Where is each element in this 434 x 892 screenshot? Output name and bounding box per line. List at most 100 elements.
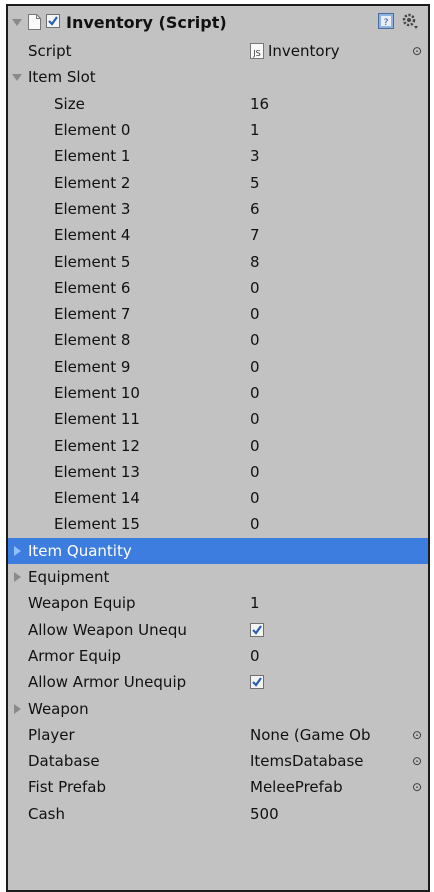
allow-weapon-unequip-checkbox[interactable] bbox=[250, 622, 264, 637]
item-slot-element-row: Element 2 5 bbox=[8, 169, 428, 195]
equipment-label: Equipment bbox=[28, 568, 110, 587]
weapon-equip-label: Weapon Equip bbox=[28, 594, 136, 613]
equipment-foldout[interactable]: Equipment bbox=[8, 564, 428, 590]
element-label: Element 5 bbox=[54, 252, 131, 271]
help-book-icon[interactable]: ? bbox=[378, 13, 394, 33]
svg-text:?: ? bbox=[384, 18, 389, 28]
weapon-label: Weapon bbox=[28, 699, 89, 718]
allow-weapon-unequip-value bbox=[250, 617, 264, 643]
object-picker-icon[interactable]: ⊙ bbox=[412, 774, 422, 800]
item-slot-foldout[interactable]: Item Slot bbox=[8, 64, 428, 90]
element-label: Element 1 bbox=[54, 147, 131, 166]
item-slot-element-row: Element 11 0 bbox=[8, 406, 428, 432]
element-value[interactable]: 0 bbox=[250, 301, 260, 327]
element-value[interactable]: 1 bbox=[250, 117, 260, 143]
armor-equip-row: Armor Equip 0 bbox=[8, 643, 428, 669]
player-row: Player None (Game Ob ⊙ bbox=[8, 722, 428, 748]
script-value[interactable]: JS Inventory bbox=[250, 38, 340, 64]
object-picker-icon[interactable]: ⊙ bbox=[412, 722, 422, 748]
component-title: Inventory (Script) bbox=[66, 12, 227, 32]
weapon-equip-value[interactable]: 1 bbox=[250, 590, 260, 616]
item-slot-element-row: Element 4 7 bbox=[8, 222, 428, 248]
database-label: Database bbox=[28, 752, 100, 771]
script-name: Inventory bbox=[268, 42, 340, 61]
foldout-closed-icon[interactable] bbox=[12, 564, 22, 590]
script-file-icon bbox=[28, 14, 41, 34]
weapon-foldout[interactable]: Weapon bbox=[8, 695, 428, 721]
player-value[interactable]: None (Game Ob bbox=[250, 722, 371, 748]
item-slot-element-row: Element 8 0 bbox=[8, 327, 428, 353]
script-label: Script bbox=[28, 42, 72, 61]
database-value[interactable]: ItemsDatabase bbox=[250, 748, 364, 774]
item-slot-element-row: Element 12 0 bbox=[8, 432, 428, 458]
element-value[interactable]: 0 bbox=[250, 432, 260, 458]
cash-label: Cash bbox=[28, 804, 65, 823]
armor-equip-label: Armor Equip bbox=[28, 646, 122, 665]
element-value[interactable]: 0 bbox=[250, 380, 260, 406]
cash-row: Cash 500 bbox=[8, 801, 428, 827]
foldout-arrow-icon[interactable] bbox=[12, 6, 22, 38]
element-label: Element 14 bbox=[54, 489, 140, 508]
element-label: Element 12 bbox=[54, 436, 140, 455]
item-slot-elements: Element 0 1 Element 1 3 Element 2 5 Element 36… bbox=[8, 117, 428, 538]
element-value[interactable]: 0 bbox=[250, 459, 260, 485]
element-value[interactable]: 0 bbox=[250, 511, 260, 537]
element-label: Element 8 bbox=[54, 331, 131, 350]
element-value[interactable]: 3 bbox=[250, 143, 260, 169]
allow-armor-unequip-checkbox[interactable] bbox=[250, 675, 264, 690]
js-file-icon: JS bbox=[250, 43, 264, 60]
element-label: Element 11 bbox=[54, 410, 140, 429]
item-slot-element-row: Element 15 0 bbox=[8, 511, 428, 537]
foldout-closed-icon[interactable] bbox=[12, 695, 22, 721]
element-value[interactable]: 8 bbox=[250, 248, 260, 274]
item-slot-element-row: Element 14 0 bbox=[8, 485, 428, 511]
database-row: Database ItemsDatabase ⊙ bbox=[8, 748, 428, 774]
item-quantity-foldout[interactable]: Item Quantity bbox=[8, 537, 428, 564]
item-slot-element-row: Element 1 3 bbox=[8, 143, 428, 169]
element-value[interactable]: 0 bbox=[250, 354, 260, 380]
cash-value[interactable]: 500 bbox=[250, 801, 279, 827]
allow-armor-unequip-value bbox=[250, 669, 264, 695]
fist-prefab-value[interactable]: MeleePrefab bbox=[250, 774, 343, 800]
element-value[interactable]: 5 bbox=[250, 169, 260, 195]
armor-equip-value[interactable]: 0 bbox=[250, 643, 260, 669]
element-label: Element 10 bbox=[54, 384, 140, 402]
element-label: Element 4 bbox=[54, 226, 131, 245]
element-value[interactable]: 7 bbox=[250, 222, 260, 248]
enabled-checkbox[interactable] bbox=[46, 14, 60, 28]
fist-prefab-label: Fist Prefab bbox=[28, 778, 107, 797]
fist-prefab-row: Fist Prefab MeleePrefab ⊙ bbox=[8, 774, 428, 800]
element-label: Element 9 bbox=[54, 357, 131, 376]
item-slot-element-row: Element 3 6 bbox=[8, 196, 428, 222]
element-value[interactable]: 6 bbox=[250, 196, 260, 222]
script-field-row: Script JS Inventory ⊙ bbox=[8, 38, 428, 64]
element-label: Element 13 bbox=[54, 462, 140, 481]
element-value[interactable]: 0 bbox=[250, 275, 260, 301]
item-slot-element-row: Element 6 0 bbox=[8, 275, 428, 301]
allow-weapon-unequip-row: Allow Weapon Unequ bbox=[8, 617, 428, 643]
foldout-open-icon[interactable] bbox=[12, 64, 22, 90]
item-slot-element-row: Element 0 1 bbox=[8, 117, 428, 143]
object-picker-icon[interactable]: ⊙ bbox=[412, 748, 422, 774]
weapon-equip-row: Weapon Equip 1 bbox=[8, 590, 428, 616]
element-label: Element 6 bbox=[54, 278, 131, 297]
item-slot-element-row: Element 7 0 bbox=[8, 301, 428, 327]
gear-icon[interactable] bbox=[401, 12, 419, 34]
element-label: Element 3 bbox=[54, 199, 131, 218]
item-quantity-label: Item Quantity bbox=[28, 541, 132, 560]
allow-weapon-unequip-label: Allow Weapon Unequ bbox=[28, 620, 187, 639]
object-picker-icon[interactable]: ⊙ bbox=[412, 38, 422, 64]
inspector-panel: Inventory (Script) ? Script JS Inventory… bbox=[6, 4, 430, 892]
component-header[interactable]: Inventory (Script) ? bbox=[8, 6, 428, 38]
element-value[interactable]: 0 bbox=[250, 485, 260, 511]
item-slot-label: Item Slot bbox=[28, 68, 96, 87]
element-label: Element 7 bbox=[54, 305, 131, 324]
element-value[interactable]: 0 bbox=[250, 406, 260, 432]
element-label: Element 15 bbox=[54, 515, 140, 534]
foldout-closed-icon[interactable] bbox=[12, 538, 22, 564]
size-value[interactable]: 16 bbox=[250, 91, 269, 117]
allow-armor-unequip-label: Allow Armor Unequip bbox=[28, 673, 187, 692]
item-slot-element-row: Element 5 8 bbox=[8, 248, 428, 274]
element-value[interactable]: 0 bbox=[250, 327, 260, 353]
element-label: Element 0 bbox=[54, 121, 131, 140]
